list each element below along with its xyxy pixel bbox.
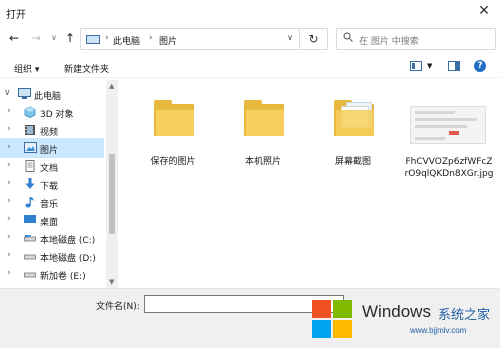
folder-icon — [244, 100, 284, 136]
window-title: 打开 — [6, 10, 26, 21]
up-arrow-icon[interactable]: ↑ — [62, 30, 78, 46]
sidebar-item-3d-objects[interactable]: › 3D 对象 — [0, 102, 104, 122]
navigation-pane: ∨ 此电脑 › 3D 对象 › 视频 › 图片 › 文档 › 下载 › 音乐 ›… — [0, 80, 118, 288]
file-item-saved-pictures[interactable]: 保存的图片 — [128, 86, 218, 168]
file-list: 保存的图片 本机照片 屏幕截图 FhCVVOZp6zfWFcZrO9qlQKDn… — [118, 80, 500, 288]
breadcrumb-pictures[interactable]: 图片 — [159, 34, 177, 47]
download-icon — [24, 178, 36, 189]
drive-icon — [24, 250, 36, 261]
forward-arrow-icon[interactable]: → — [28, 30, 44, 46]
document-icon — [24, 160, 36, 172]
chevron-right-icon[interactable]: › — [7, 196, 11, 206]
picture-icon — [24, 142, 37, 153]
sidebar-item-label: 3D 对象 — [40, 110, 74, 120]
file-name: 屏幕截图 — [334, 157, 371, 167]
view-dropdown-icon[interactable]: ▼ — [427, 62, 432, 70]
back-arrow-icon[interactable]: ← — [6, 30, 22, 46]
sidebar-item-downloads[interactable]: › 下载 — [0, 174, 104, 194]
sidebar-item-label: 视频 — [40, 128, 59, 138]
address-bar[interactable]: › 此电脑 › 图片 ∨ ↻ — [80, 28, 328, 50]
file-item-image-jpg[interactable]: FhCVVOZp6zfWFcZrO9qlQKDn8XGr.jpg — [404, 86, 494, 180]
sidebar-item-label: 此电脑 — [34, 92, 62, 102]
sidebar-item-label: 本地磁盘 (C:) — [40, 236, 96, 246]
sidebar-item-this-pc[interactable]: ∨ 此电脑 — [0, 84, 104, 104]
file-name: 保存的图片 — [150, 157, 196, 167]
breadcrumb-separator: › — [105, 33, 109, 43]
chevron-right-icon[interactable]: › — [7, 214, 11, 224]
chevron-right-icon[interactable]: › — [7, 142, 11, 152]
sidebar-item-label: 图片 — [40, 146, 59, 156]
sidebar-item-label: 文档 — [40, 164, 59, 174]
folder-with-screenshots-icon — [334, 100, 374, 136]
command-toolbar: 组织 ▾ 新建文件夹 ▼ ? — [0, 56, 500, 78]
sidebar-item-drive-e[interactable]: › 新加卷 (E:) — [0, 264, 104, 284]
scroll-up-icon[interactable]: ▲ — [109, 82, 114, 90]
sidebar-item-label: 下载 — [40, 182, 59, 192]
help-icon[interactable]: ? — [474, 60, 486, 72]
breadcrumb-this-pc[interactable]: 此电脑 — [113, 34, 140, 47]
file-item-screenshots[interactable]: 屏幕截图 — [308, 86, 398, 168]
desktop-icon — [24, 214, 36, 225]
drive-icon — [24, 268, 36, 279]
sidebar-item-label: 桌面 — [40, 218, 59, 228]
sidebar-item-videos[interactable]: › 视频 — [0, 120, 104, 140]
refresh-icon[interactable]: ↻ — [299, 29, 327, 49]
close-icon[interactable]: ✕ — [476, 3, 492, 19]
chevron-right-icon[interactable]: › — [7, 268, 11, 278]
file-name: 本机照片 — [244, 157, 281, 167]
view-options-icon[interactable] — [410, 61, 422, 71]
sidebar-item-label: 新加卷 (E:) — [40, 272, 86, 282]
sidebar-scrollbar[interactable]: ▲ ▼ — [106, 80, 118, 288]
cube-icon — [24, 106, 36, 118]
chevron-down-icon[interactable]: ∨ — [4, 88, 11, 98]
recent-locations-icon[interactable]: ∨ — [46, 30, 62, 46]
pc-icon — [18, 88, 31, 99]
sidebar-item-music[interactable]: › 音乐 — [0, 192, 104, 212]
sidebar-item-drive-c[interactable]: › 本地磁盘 (C:) — [0, 228, 104, 248]
filename-label: 文件名(N): — [96, 302, 140, 312]
scroll-down-icon[interactable]: ▼ — [109, 278, 114, 286]
sidebar-item-label: 音乐 — [40, 200, 59, 210]
pc-icon — [86, 35, 100, 44]
scrollbar-thumb[interactable] — [109, 154, 115, 234]
file-item-camera-roll[interactable]: 本机照片 — [218, 86, 308, 168]
chevron-right-icon[interactable]: › — [7, 250, 11, 260]
navigation-bar: ← → ∨ ↑ › 此电脑 › 图片 ∨ ↻ 在 图片 中搜索 — [0, 24, 500, 54]
sidebar-item-drive-d[interactable]: › 本地磁盘 (D:) — [0, 246, 104, 266]
watermark-brand: Windows — [362, 302, 431, 321]
search-placeholder: 在 图片 中搜索 — [359, 37, 419, 47]
sidebar-item-documents[interactable]: › 文档 — [0, 156, 104, 176]
chevron-right-icon[interactable]: › — [7, 124, 11, 134]
image-thumbnail — [410, 106, 486, 144]
sidebar-item-label: 本地磁盘 (D:) — [40, 254, 96, 264]
drive-icon — [24, 232, 36, 243]
folder-icon — [154, 100, 194, 136]
title-bar: 打开 ✕ — [0, 0, 500, 24]
chevron-right-icon[interactable]: › — [7, 178, 11, 188]
windows-watermark: Windows 系统之家 www.bjjmlv.com — [300, 290, 500, 348]
new-folder-button[interactable]: 新建文件夹 — [64, 62, 109, 75]
sidebar-item-pictures[interactable]: › 图片 — [0, 138, 104, 158]
windows-logo-icon — [312, 300, 354, 340]
search-icon — [343, 32, 353, 45]
music-icon — [24, 196, 36, 208]
video-icon — [24, 124, 36, 135]
chevron-right-icon[interactable]: › — [7, 160, 11, 170]
chevron-right-icon[interactable]: › — [7, 232, 11, 242]
preview-pane-icon[interactable] — [448, 61, 460, 71]
search-box[interactable]: 在 图片 中搜索 — [336, 28, 496, 50]
chevron-right-icon[interactable]: › — [7, 106, 11, 116]
watermark-url: www.bjjmlv.com — [410, 326, 467, 335]
watermark-site-name: 系统之家 — [438, 308, 491, 323]
breadcrumb-separator: › — [149, 33, 153, 43]
file-name: FhCVVOZp6zfWFcZrO9qlQKDn8XGr.jpg — [404, 157, 494, 179]
sidebar-item-desktop[interactable]: › 桌面 — [0, 210, 104, 230]
organize-button[interactable]: 组织 ▾ — [14, 62, 39, 75]
address-dropdown-icon[interactable]: ∨ — [287, 33, 293, 42]
